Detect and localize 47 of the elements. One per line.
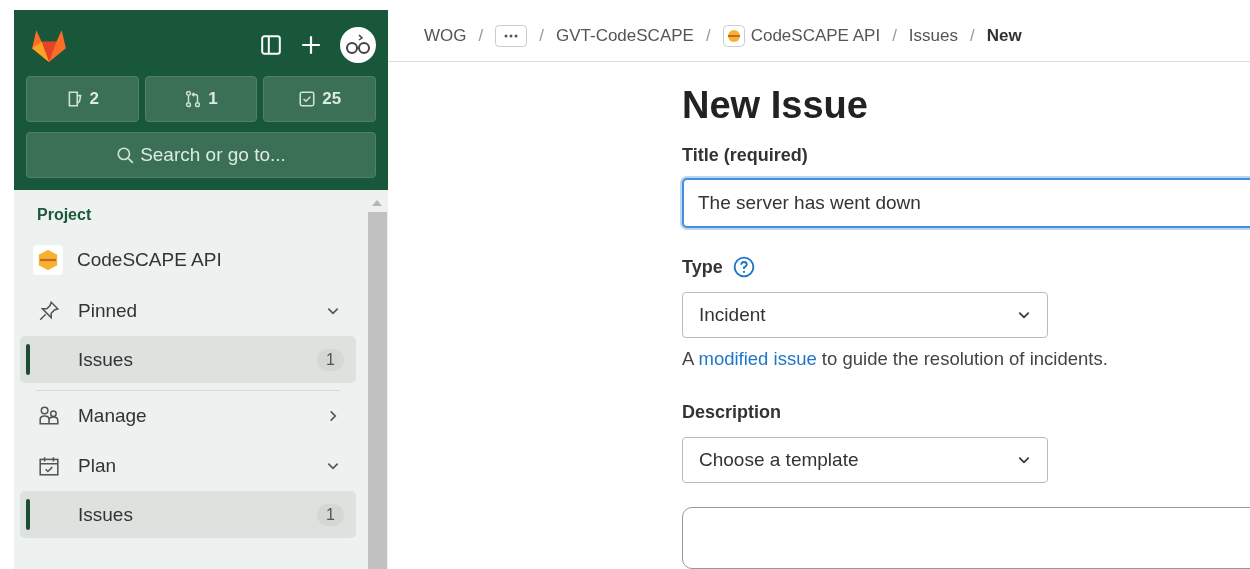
breadcrumb-separator: / [892, 25, 897, 46]
search-button[interactable]: Search or go to... [26, 132, 376, 178]
project-avatar-icon [32, 244, 64, 276]
breadcrumb-link[interactable]: GVT-CodeSCAPE [555, 25, 694, 46]
avatar-icon[interactable] [340, 27, 376, 63]
modified-issue-link[interactable]: modified issue [698, 348, 817, 369]
breadcrumb-separator: / [970, 25, 975, 46]
count-badge: 1 [317, 348, 344, 371]
project-avatar-icon [722, 24, 745, 47]
breadcrumb-link[interactable]: CodeSCAPE API [750, 25, 881, 46]
field-label: Title (required) [682, 145, 809, 166]
breadcrumb-separator: / [705, 25, 711, 46]
nav-section[interactable]: Pinned [20, 286, 356, 336]
section-heading: Project [37, 206, 93, 224]
breadcrumb-link[interactable]: Issues [908, 25, 958, 46]
breadcrumb-link[interactable]: New [986, 25, 1022, 46]
nav-label: Issues [78, 348, 134, 371]
issues-count-button[interactable]: 2 [26, 76, 139, 122]
help-icon[interactable] [732, 256, 755, 278]
checkbox-icon [298, 90, 317, 108]
template-dropdown[interactable]: Choose a template [682, 437, 1048, 483]
breadcrumb-separator: / [478, 25, 484, 46]
nav-section[interactable]: Plan [20, 441, 356, 491]
nav-label: Issues [78, 503, 134, 526]
field-label: Description [682, 402, 783, 423]
nav-item[interactable]: Issues 1 [20, 491, 356, 538]
help-text: A modified issue to guide the resolution of incidents. [682, 348, 1109, 370]
merge-request-icon [184, 90, 203, 108]
type-dropdown[interactable]: Incident [682, 292, 1048, 338]
people-icon [38, 405, 60, 427]
breadcrumb-separator: / [539, 25, 544, 46]
title-input[interactable]: The server has went down [682, 178, 1250, 228]
page-title: New Issue [682, 84, 869, 127]
count-badge: 1 [317, 503, 344, 526]
ellipsis-icon [503, 33, 520, 38]
field-label: Type [682, 256, 723, 278]
breadcrumb-link[interactable]: WOG [424, 25, 467, 46]
nav-section[interactable]: Manage [20, 391, 356, 441]
nav-item[interactable]: Issues 1 [20, 336, 356, 383]
todos-button[interactable]: 25 [263, 76, 376, 122]
merge-requests-button[interactable]: 1 [144, 76, 258, 122]
sidebar-toggle-icon[interactable] [260, 34, 282, 56]
pin-icon [38, 300, 60, 322]
project-link[interactable]: CodeSCAPE API [20, 238, 356, 282]
search-icon [116, 146, 135, 164]
calendar-icon [38, 455, 60, 477]
plus-icon[interactable] [300, 34, 322, 56]
